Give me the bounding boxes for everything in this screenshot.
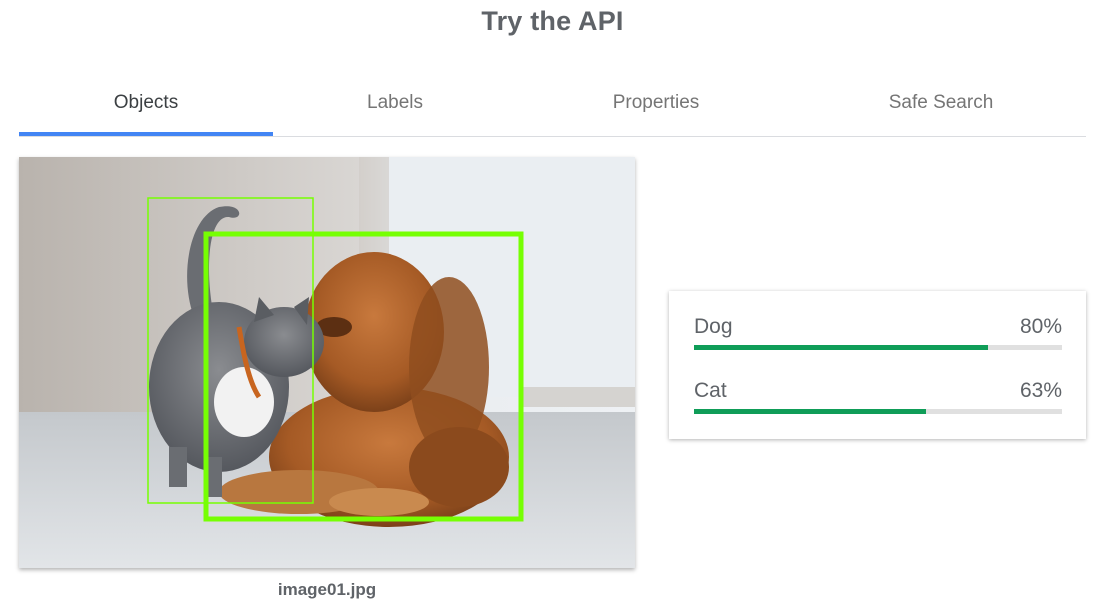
tab-safe-search[interactable]: Safe Search: [814, 80, 1068, 132]
photo-cat-and-dog: [19, 157, 635, 568]
confidence-bar: [694, 345, 989, 350]
tab-labels[interactable]: Labels: [273, 80, 517, 132]
result-percent: 80%: [1019, 315, 1062, 338]
result-percent: 63%: [1019, 379, 1062, 402]
tab-objects[interactable]: Objects: [19, 80, 273, 136]
image-preview: [19, 157, 635, 568]
result-label: Cat: [694, 379, 727, 402]
confidence-track: [694, 345, 1062, 350]
tab-bar: Objects Labels Properties Safe Search: [19, 80, 1086, 137]
page: Try the API Objects Labels Properties Sa…: [0, 0, 1100, 610]
confidence-track: [694, 409, 1062, 414]
image-caption: image01.jpg: [277, 580, 377, 599]
tab-properties[interactable]: Properties: [529, 80, 783, 132]
result-label: Dog: [694, 315, 733, 338]
page-title: Try the API: [481, 6, 624, 36]
confidence-bar: [694, 409, 926, 414]
results-card: Dog 80% Cat 63%: [669, 291, 1086, 439]
